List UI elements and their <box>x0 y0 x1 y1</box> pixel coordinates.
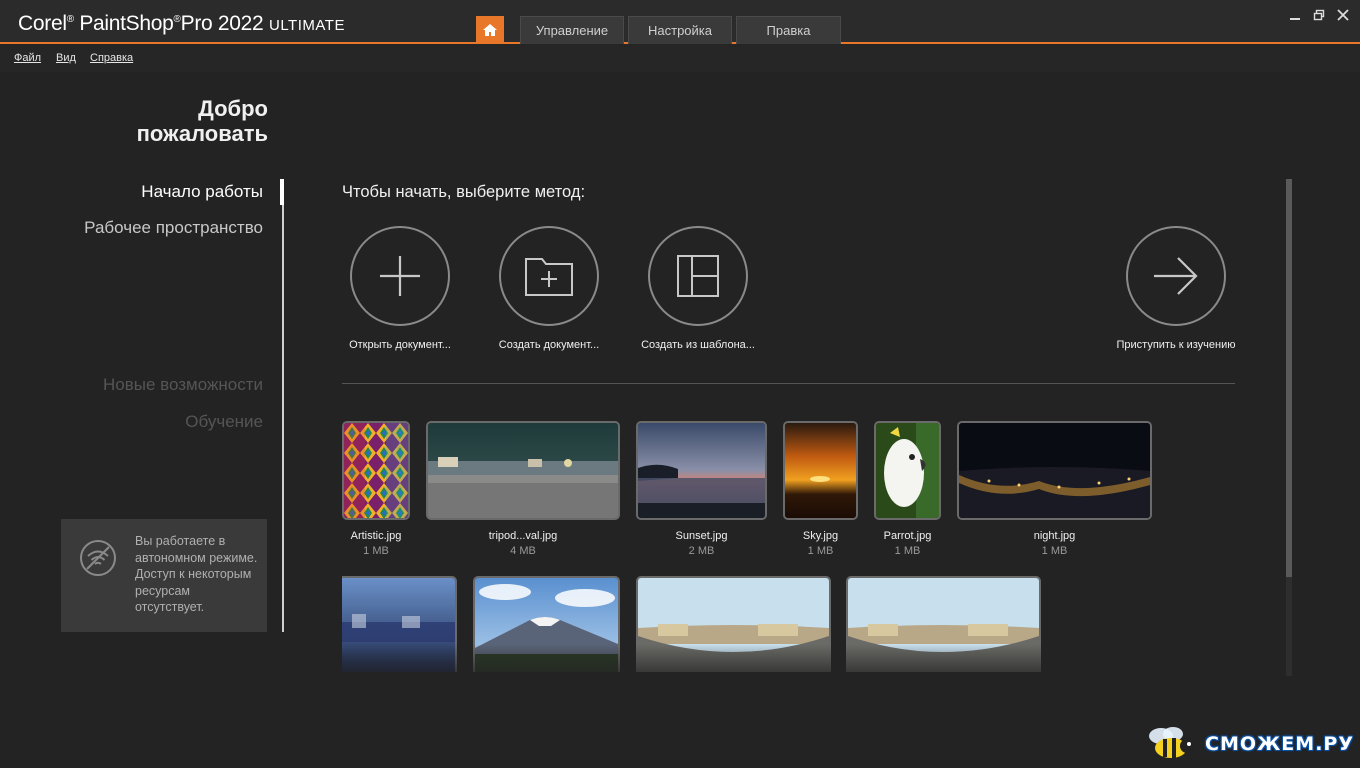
parrot-image <box>876 423 939 518</box>
site-watermark: СМОЖЕМ.РУ <box>1143 726 1354 762</box>
recent-file-name: Artistic.jpg <box>350 530 402 542</box>
title-product: PaintShop <box>79 12 174 35</box>
nav-whats-new: Новые возможности <box>102 375 263 394</box>
nav-active-indicator <box>280 179 284 205</box>
new-document-action[interactable]: Создать документ... <box>469 226 629 351</box>
recent-file-size: 1 MB <box>1041 545 1068 557</box>
recent-file-name: Parrot.jpg <box>883 530 932 542</box>
action-label: Создать документ... <box>498 339 600 351</box>
start-learning-button[interactable] <box>1126 226 1226 326</box>
title-brand: Corel <box>18 12 67 35</box>
bee-logo-icon <box>1149 727 1195 758</box>
title-pro: Pro 2022 <box>180 12 264 35</box>
recent-thumb-sky[interactable] <box>783 421 858 520</box>
menu-file[interactable]: Файл <box>14 52 41 64</box>
new-folder-icon <box>525 258 573 296</box>
tab-adjust[interactable]: Настройка <box>628 16 732 44</box>
section-divider <box>342 383 1235 384</box>
app-title: Corel® PaintShop®Pro 2022 ULTIMATE <box>18 12 345 35</box>
recent-thumb-parrot[interactable] <box>874 421 941 520</box>
recent-file-name: night.jpg <box>1033 530 1076 542</box>
menu-bar: Файл Вид Справка <box>0 46 1360 72</box>
scroll-fade <box>330 644 1280 684</box>
minimize-button[interactable] <box>1286 6 1304 24</box>
recent-file-name: Sunset.jpg <box>675 530 728 542</box>
nav-learning: Обучение <box>185 412 263 431</box>
home-icon <box>483 24 497 36</box>
no-wifi-icon <box>80 540 116 576</box>
action-label: Создать из шаблона... <box>641 339 755 351</box>
from-template-action[interactable]: Создать из шаблона... <box>618 226 778 351</box>
offline-notice: Вы работаете в автономном режиме. Доступ… <box>61 519 267 632</box>
artistic-image <box>344 423 408 518</box>
nav-getting-started[interactable]: Начало работы <box>141 182 263 202</box>
menu-help[interactable]: Справка <box>90 52 133 64</box>
minimize-icon <box>1290 18 1300 20</box>
recent-file-size: 4 MB <box>510 545 536 557</box>
restore-icon <box>1313 9 1325 21</box>
tab-edit[interactable]: Правка <box>736 16 841 44</box>
new-document-button[interactable] <box>499 226 599 326</box>
arrow-right-icon <box>1154 257 1198 295</box>
recent-file-size: 1 MB <box>894 545 921 557</box>
night-image <box>959 423 1150 518</box>
tab-label: Управление <box>535 23 609 38</box>
recent-file-size: 1 MB <box>807 545 834 557</box>
nav-workspace[interactable]: Рабочее пространство <box>84 218 263 238</box>
welcome-line-1: Добро <box>198 96 268 121</box>
sky-image <box>785 423 856 518</box>
close-button[interactable] <box>1334 6 1352 24</box>
restore-button[interactable] <box>1310 6 1328 24</box>
tab-label: Настройка <box>648 23 712 38</box>
recent-thumb-artistic[interactable] <box>342 421 410 520</box>
title-bar: Corel® PaintShop®Pro 2022 ULTIMATE Управ… <box>0 0 1360 44</box>
nav-divider <box>282 180 284 632</box>
from-template-button[interactable] <box>648 226 748 326</box>
welcome-line-2: пожаловать <box>136 121 268 146</box>
recent-file-name: tripod...val.jpg <box>488 530 558 542</box>
watermark-text: СМОЖЕМ.РУ <box>1205 733 1354 755</box>
recent-thumb-tripod[interactable] <box>426 421 620 520</box>
title-edition: ULTIMATE <box>269 17 345 34</box>
scrollbar-thumb[interactable] <box>1286 179 1292 577</box>
recent-file-size: 2 MB <box>688 545 715 557</box>
close-icon <box>1337 9 1349 21</box>
offline-text: Вы работаете в автономном режиме. Доступ… <box>135 534 258 614</box>
recent-file-name: Sky.jpg <box>802 530 839 542</box>
welcome-screen: Добро пожаловать Начало работы Рабочее п… <box>0 72 1360 768</box>
recent-thumb-night[interactable] <box>957 421 1152 520</box>
home-button[interactable] <box>476 16 504 44</box>
template-icon <box>677 255 719 297</box>
start-prompt: Чтобы начать, выберите метод: <box>342 183 586 201</box>
open-document-button[interactable] <box>350 226 450 326</box>
recent-thumb-sunset[interactable] <box>636 421 767 520</box>
welcome-heading: Добро пожаловать <box>137 96 268 146</box>
menu-view[interactable]: Вид <box>56 52 76 64</box>
tab-manage[interactable]: Управление <box>520 16 624 44</box>
start-learning-action[interactable]: Приступить к изучению <box>1096 226 1256 351</box>
tab-label: Правка <box>766 23 811 38</box>
tripod-image <box>428 423 618 518</box>
plus-icon <box>380 256 420 296</box>
open-document-action[interactable]: Открыть документ... <box>320 226 480 351</box>
recent-file-size: 1 MB <box>363 545 389 557</box>
action-label: Открыть документ... <box>349 339 451 351</box>
sunset-image <box>638 423 765 518</box>
action-label: Приступить к изучению <box>1116 339 1236 351</box>
